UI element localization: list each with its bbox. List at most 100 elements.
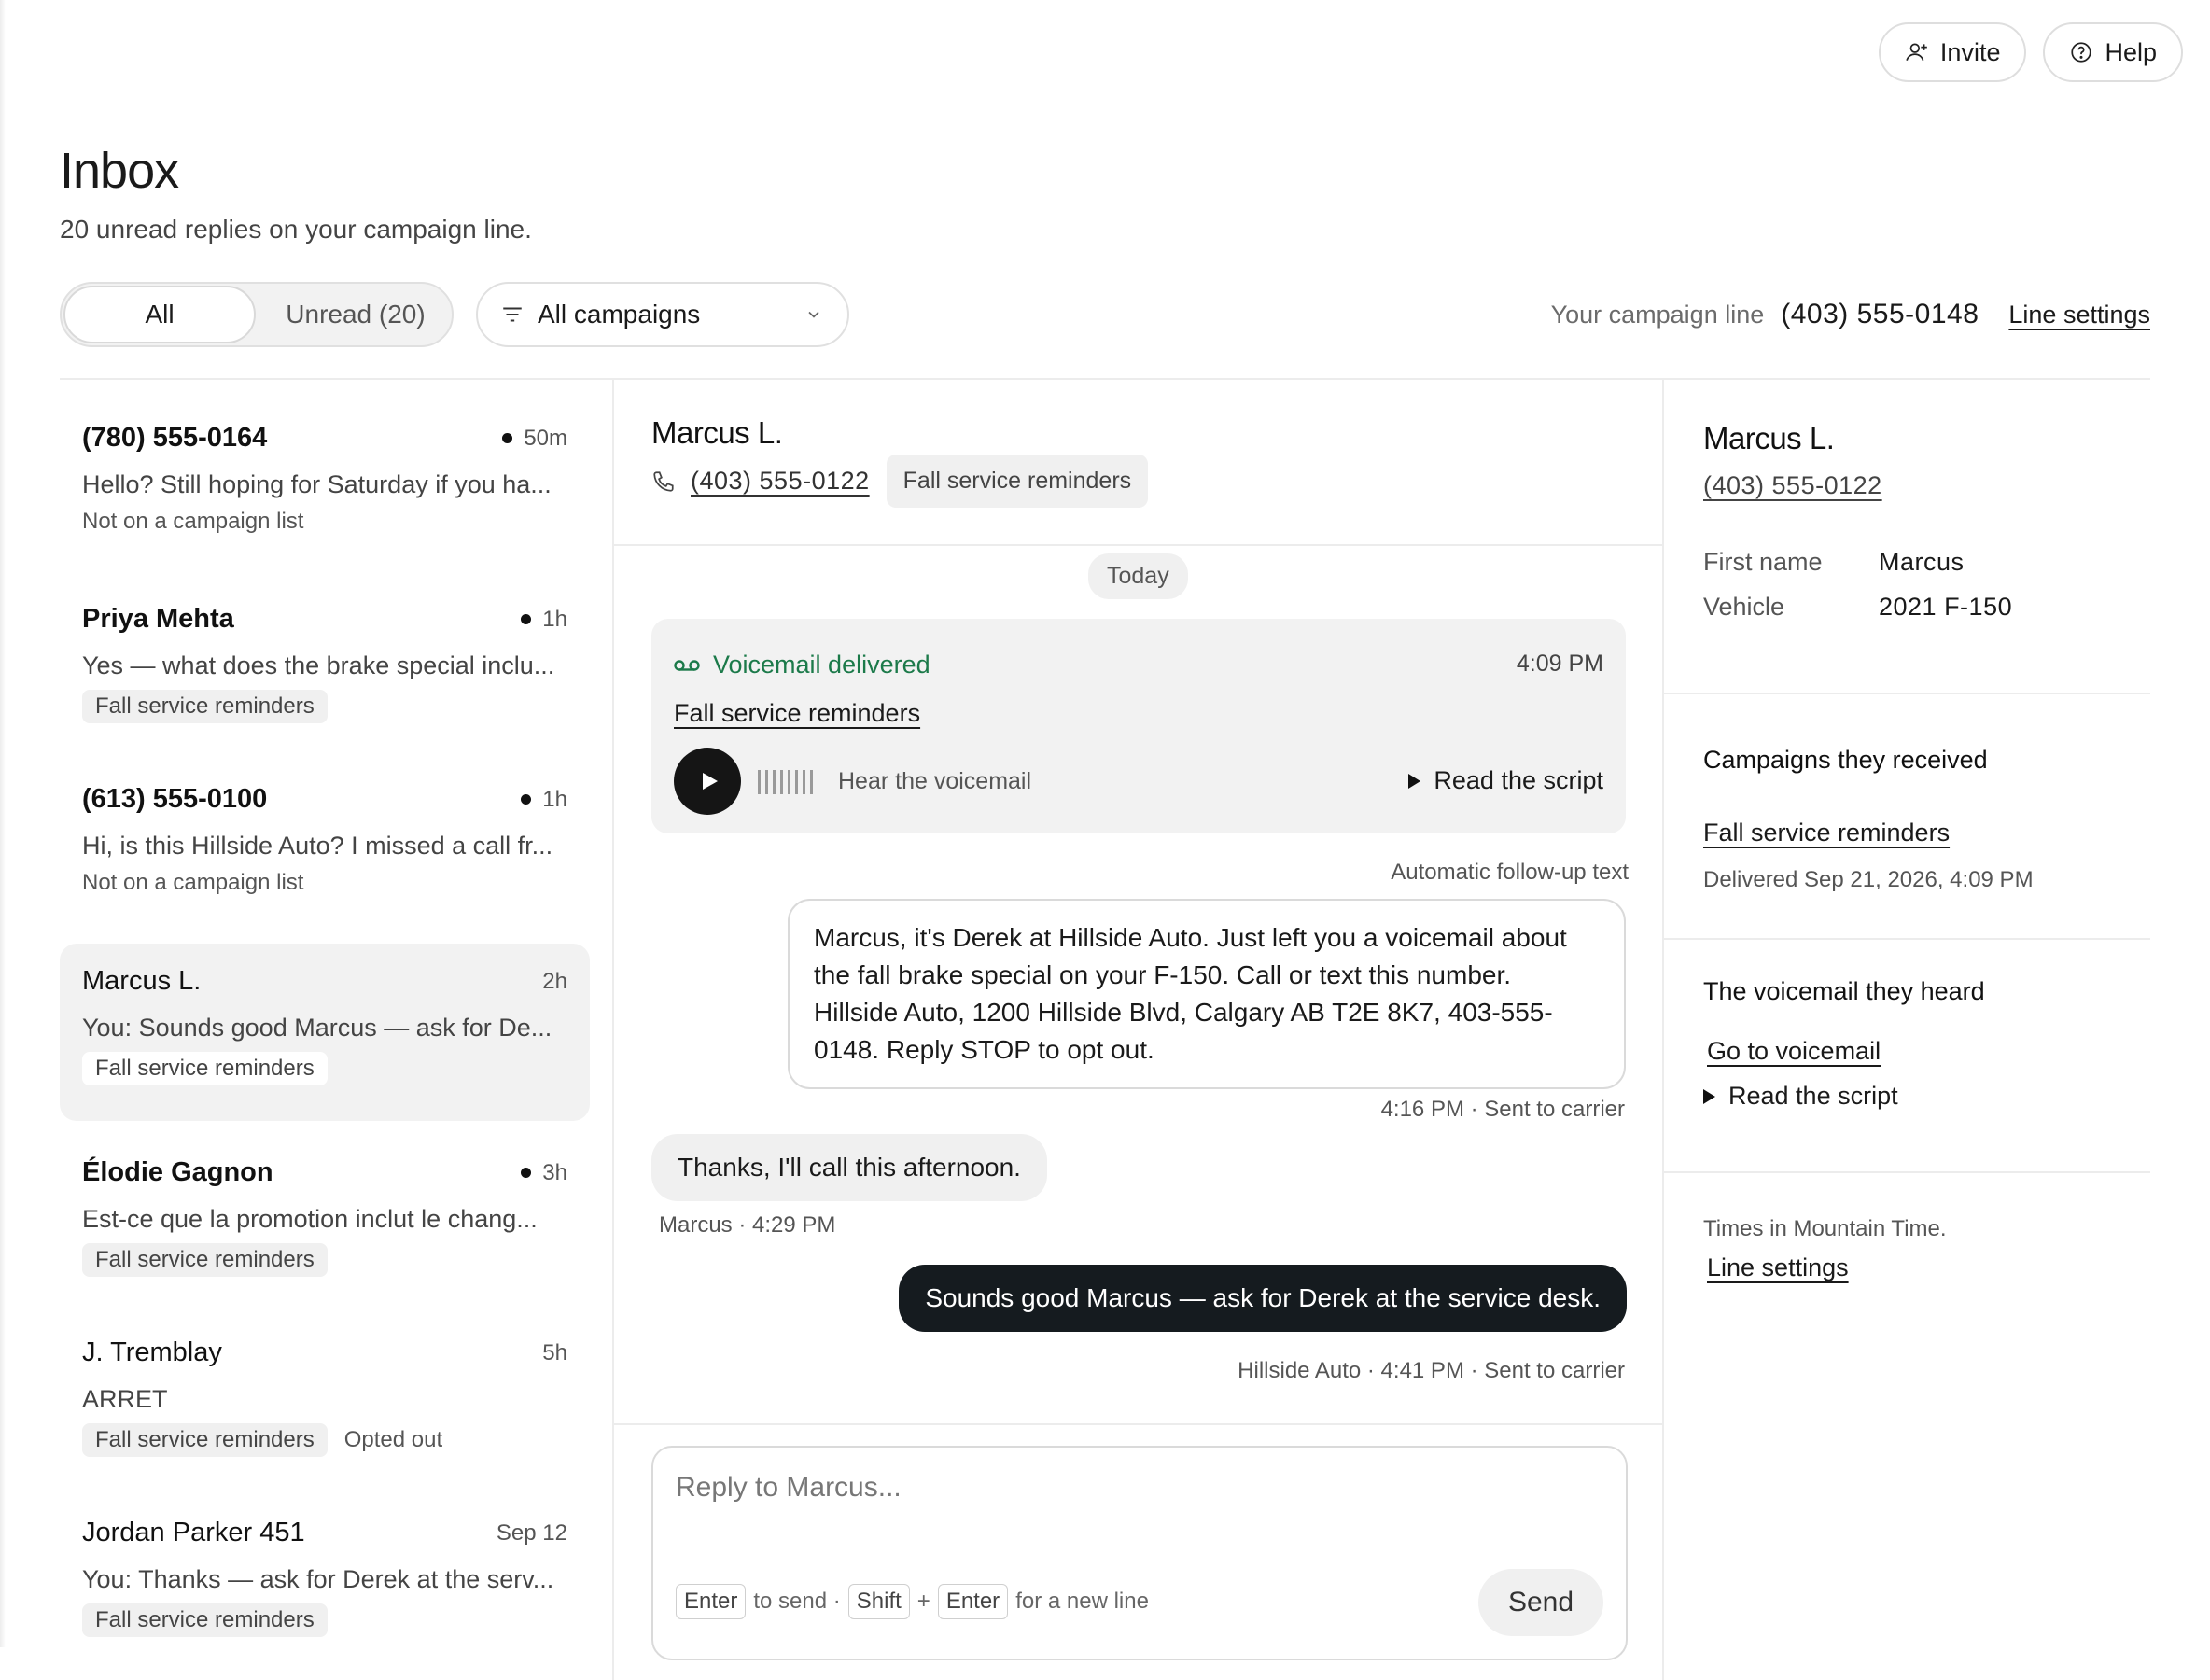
page-subtitle: 20 unread replies on your campaign line. xyxy=(60,215,532,244)
send-button[interactable]: Send xyxy=(1478,1569,1603,1636)
conversation-preview: ARRET xyxy=(82,1385,168,1413)
conversation-item[interactable]: (780) 555-0164 50m Hello? Still hoping f… xyxy=(60,404,590,563)
voicemail-status-label: Voicemail delivered xyxy=(713,651,930,679)
play-button[interactable] xyxy=(674,748,741,815)
conversation-name: Marcus L. xyxy=(82,966,202,996)
reply-composer: Enter to send · Shift + Enter for a new … xyxy=(651,1446,1628,1660)
filter-icon xyxy=(503,307,522,322)
thread-contact-row: (403) 555-0122 Fall service reminders xyxy=(651,455,1149,508)
add-user-icon xyxy=(1906,43,1927,61)
divider xyxy=(612,380,614,1680)
new-line-hint: for a new line xyxy=(1015,1589,1149,1614)
conversation-preview: Hello? Still hoping for Saturday if you … xyxy=(82,470,552,498)
conversation-name: Priya Mehta xyxy=(82,604,234,634)
timezone-note: Times in Mountain Time. xyxy=(1703,1216,1947,1241)
first-name-value: Marcus xyxy=(1879,548,1965,576)
thread-contact-name: Marcus L. xyxy=(651,415,783,450)
reply-input[interactable] xyxy=(676,1472,1600,1528)
contact-name: Marcus L. xyxy=(1703,421,1835,455)
filter-all-tab[interactable]: All xyxy=(63,286,256,343)
conversation-item[interactable]: Priya Mehta 1h Yes — what does the brake… xyxy=(60,585,590,744)
voicemail-status: Voicemail delivered xyxy=(674,651,930,679)
divider xyxy=(60,378,2150,380)
conversation-preview: You: Sounds good Marcus — ask for De... xyxy=(82,1014,552,1042)
invite-button[interactable]: Invite xyxy=(1878,22,2027,82)
voicemail-card: Voicemail delivered 4:09 PM Fall service… xyxy=(651,619,1626,833)
conversation-time: 3h xyxy=(542,1159,567,1185)
conversation-item[interactable]: (613) 555-0100 1h Hi, is this Hillside A… xyxy=(60,765,590,924)
conversation-name: (613) 555-0100 xyxy=(82,784,268,814)
unread-dot-icon xyxy=(502,433,513,443)
auto-followup-label: Automatic follow-up text xyxy=(1391,860,1629,885)
conversation-preview: Est-ce que la promotion inclut le chang.… xyxy=(82,1205,538,1233)
incoming-message-meta: Marcus · 4:29 PM xyxy=(659,1212,836,1238)
conversation-preview: You: Thanks — ask for Derek at the serv.… xyxy=(82,1565,554,1593)
help-button[interactable]: Help xyxy=(2043,22,2183,82)
conversation-time: 2h xyxy=(542,968,567,994)
unread-dot-icon xyxy=(521,614,532,624)
campaign-line-label: Your campaign line xyxy=(1550,301,1765,329)
unread-dot-icon xyxy=(521,1168,532,1178)
top-actions: Invite Help xyxy=(1878,22,2183,82)
campaigns-heading: Campaigns they received xyxy=(1703,746,1988,774)
filter-unread-tab[interactable]: Unread (20) xyxy=(259,286,452,343)
conversation-name: Élodie Gagnon xyxy=(82,1157,273,1187)
conversation-name: (780) 555-0164 xyxy=(82,423,268,453)
window-edge xyxy=(0,0,6,1647)
campaign-link[interactable]: Fall service reminders xyxy=(1703,819,1950,847)
conversation-list-status: Not on a campaign list xyxy=(82,870,304,895)
go-to-voicemail-link[interactable]: Go to voicemail xyxy=(1707,1037,1881,1066)
conversation-item[interactable]: Élodie Gagnon 3h Est-ce que la promotion… xyxy=(60,1139,590,1297)
thread-phone-link[interactable]: (403) 555-0122 xyxy=(691,467,870,496)
campaign-line-number: (403) 555-0148 xyxy=(1781,299,1979,329)
conversation-time: 1h xyxy=(542,786,567,812)
waveform-icon xyxy=(758,770,813,794)
vehicle-label: Vehicle xyxy=(1703,593,1785,621)
help-label: Help xyxy=(2105,37,2157,66)
incoming-message: Thanks, I'll call this afternoon. xyxy=(651,1134,1047,1201)
conversation-item[interactable]: J. Tremblay 5h ARRET Fall service remind… xyxy=(60,1319,590,1477)
enter-key-hint: Enter xyxy=(937,1584,1009,1619)
sent-message: Sounds good Marcus — ask for Derek at th… xyxy=(899,1265,1627,1332)
divider xyxy=(1664,693,2150,694)
divider xyxy=(1664,1171,2150,1173)
help-icon xyxy=(2071,42,2092,63)
unread-dot-icon xyxy=(521,794,532,805)
line-settings-link[interactable]: Line settings xyxy=(1707,1253,1849,1282)
conversation-name: Jordan Parker 451 xyxy=(82,1518,305,1547)
campaign-delivered-date: Delivered Sep 21, 2026, 4:09 PM xyxy=(1703,867,2034,892)
conversation-time: Sep 12 xyxy=(496,1519,567,1546)
auto-followup-meta: 4:16 PM · Sent to carrier xyxy=(1380,1097,1625,1122)
read-script-label: Read the script xyxy=(1728,1082,1898,1110)
campaign-tag: Fall service reminders xyxy=(82,1052,328,1085)
plus-hint: + xyxy=(916,1589,930,1614)
voicemail-icon xyxy=(674,659,700,671)
line-settings-link[interactable]: Line settings xyxy=(2008,301,2150,329)
divider xyxy=(614,1423,1662,1425)
play-icon xyxy=(703,773,718,790)
contact-phone-link[interactable]: (403) 555-0122 xyxy=(1703,471,1882,500)
hear-voicemail-label: Hear the voicemail xyxy=(838,768,1032,794)
conversation-item-selected[interactable]: Marcus L. 2h You: Sounds good Marcus — a… xyxy=(60,944,590,1121)
read-script-toggle[interactable]: Read the script xyxy=(1703,1082,1898,1111)
toolbar: All Unread (20) All campaigns Your campa… xyxy=(60,282,2150,349)
vehicle-value: 2021 F-150 xyxy=(1879,593,2013,621)
day-separator: Today xyxy=(1088,553,1188,599)
conversation-list-status: Not on a campaign list xyxy=(82,509,304,534)
filter-segmented-control: All Unread (20) xyxy=(60,282,454,347)
read-script-toggle[interactable]: Read the script xyxy=(1408,766,1603,795)
first-name-label: First name xyxy=(1703,548,1823,576)
shift-key-hint: Shift xyxy=(847,1584,910,1619)
divider xyxy=(614,544,1662,546)
conversation-time: 5h xyxy=(542,1339,567,1365)
conversation-item[interactable]: Jordan Parker 451 Sep 12 You: Thanks — a… xyxy=(60,1499,590,1658)
chevron-down-icon xyxy=(808,311,819,318)
campaign-select[interactable]: All campaigns xyxy=(476,282,849,347)
conversation-time: 1h xyxy=(542,606,567,632)
campaign-tag: Fall service reminders xyxy=(82,690,328,723)
conversation-preview: Hi, is this Hillside Auto? I missed a ca… xyxy=(82,832,553,860)
opted-out-label: Opted out xyxy=(343,1427,443,1452)
voicemail-campaign-link[interactable]: Fall service reminders xyxy=(674,699,920,728)
voicemail-time: 4:09 PM xyxy=(1516,651,1603,677)
invite-label: Invite xyxy=(1939,37,2001,66)
